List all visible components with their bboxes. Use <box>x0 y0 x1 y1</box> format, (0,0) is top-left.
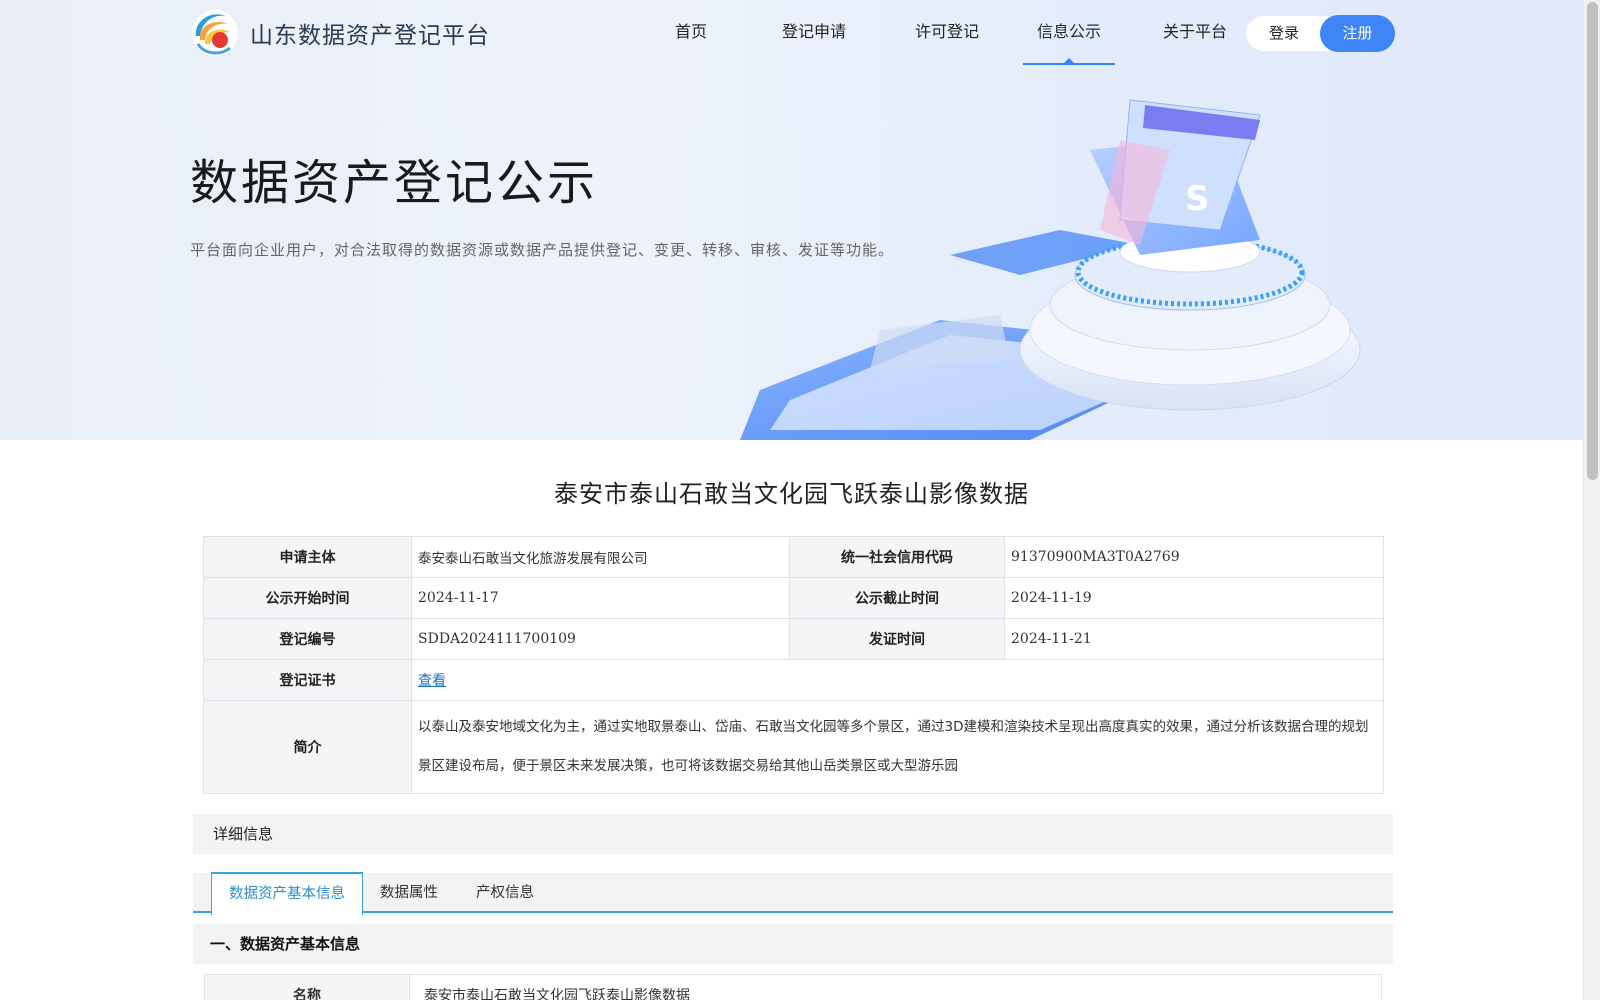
top-nav: 山东数据资产登记平台 首页 登记申请 许可登记 信息公示 关于平台 登录 注册 <box>0 0 1583 65</box>
certificate-cell: 查看 <box>411 659 1384 701</box>
nav-item-label: 关于平台 <box>1162 22 1227 41</box>
vertical-scrollbar[interactable] <box>1583 0 1600 1000</box>
nav-item-label: 许可登记 <box>914 22 979 41</box>
table-row: 登记编号 SDDA2024111700109 发证时间 2024-11-21 <box>203 618 1384 660</box>
applicant-value: 泰安泰山石敢当文化旅游发展有限公司 <box>411 536 790 578</box>
section-title: 一、数据资产基本信息 <box>193 924 1393 964</box>
name-value: 泰安市泰山石敢当文化园飞跃泰山影像数据 <box>409 974 1382 1000</box>
register-button[interactable]: 注册 <box>1320 15 1395 52</box>
nav-item-apply[interactable]: 登记申请 <box>749 0 879 65</box>
start-time-label: 公示开始时间 <box>203 577 412 619</box>
nav-item-license[interactable]: 许可登记 <box>889 0 1005 65</box>
tab-basic-info[interactable]: 数据资产基本信息 <box>211 872 363 915</box>
reg-no-value: SDDA2024111700109 <box>411 618 790 660</box>
hero-description: 平台面向企业用户，对合法取得的数据资源或数据产品提供登记、变更、转移、审核、发证… <box>190 241 895 259</box>
table-row: 申请主体 泰安泰山石敢当文化旅游发展有限公司 统一社会信用代码 91370900… <box>203 536 1384 578</box>
scrollbar-thumb[interactable] <box>1587 2 1598 480</box>
applicant-label: 申请主体 <box>203 536 412 578</box>
tab-property-rights[interactable]: 产权信息 <box>467 873 543 913</box>
nav-item-label: 登记申请 <box>781 22 846 41</box>
hero-banner: S 山东数据资产登记平台 首页 登记申请 许可登记 信息公示 关于平台 登录 注… <box>0 0 1583 440</box>
table-row: 简介 以泰山及泰安地域文化为主，通过实地取景泰山、岱庙、石敢当文化园等多个景区，… <box>203 700 1384 794</box>
name-label: 名称 <box>204 974 410 1000</box>
issue-time-label: 发证时间 <box>789 618 1005 660</box>
record-title: 泰安市泰山石敢当文化园飞跃泰山影像数据 <box>554 480 1029 508</box>
issue-time-value: 2024-11-21 <box>1004 618 1384 660</box>
nav-item-label: 信息公示 <box>1036 22 1101 41</box>
nav-item-info-public[interactable]: 信息公示 <box>1023 0 1115 65</box>
page: S 山东数据资产登记平台 首页 登记申请 许可登记 信息公示 关于平台 登录 注… <box>0 0 1583 1000</box>
end-time-label: 公示截止时间 <box>789 577 1005 619</box>
svg-text:S: S <box>1185 179 1210 219</box>
auth-group: 登录 注册 <box>1245 15 1395 52</box>
start-time-value: 2024-11-17 <box>411 577 790 619</box>
nav-item-about[interactable]: 关于平台 <box>1145 0 1245 65</box>
logo-text: 山东数据资产登记平台 <box>250 23 490 49</box>
view-certificate-link[interactable]: 查看 <box>418 673 446 689</box>
table-row: 名称 泰安市泰山石敢当文化园飞跃泰山影像数据 <box>204 974 1382 1000</box>
record-info-table: 申请主体 泰安泰山石敢当文化旅游发展有限公司 统一社会信用代码 91370900… <box>203 536 1384 794</box>
tab-label: 数据资产基本信息 <box>229 886 345 902</box>
hero-title: 数据资产登记公示 <box>190 155 599 211</box>
credit-code-value: 91370900MA3T0A2769 <box>1004 536 1384 578</box>
logo-icon <box>192 10 238 56</box>
intro-value: 以泰山及泰安地域文化为主，通过实地取景泰山、岱庙、石敢当文化园等多个景区，通过3… <box>411 700 1384 794</box>
table-row: 登记证书 查看 <box>203 659 1384 701</box>
brand[interactable]: 山东数据资产登记平台 <box>190 8 490 58</box>
nav-item-label: 首页 <box>674 22 707 41</box>
tab-label: 产权信息 <box>476 885 534 901</box>
detail-tabs: 数据资产基本信息 数据属性 产权信息 <box>193 872 1393 915</box>
end-time-value: 2024-11-19 <box>1004 577 1384 619</box>
intro-label: 简介 <box>203 700 412 794</box>
tab-label: 数据属性 <box>380 885 438 901</box>
detail-header: 详细信息 <box>193 814 1393 854</box>
login-button[interactable]: 登录 <box>1245 15 1323 52</box>
nav-menu: 首页 登记申请 许可登记 信息公示 关于平台 <box>645 0 1245 65</box>
active-indicator-icon <box>1064 58 1074 63</box>
basic-info-table: 名称 泰安市泰山石敢当文化园飞跃泰山影像数据 <box>204 974 1382 1000</box>
certificate-label: 登记证书 <box>203 659 412 701</box>
table-row: 公示开始时间 2024-11-17 公示截止时间 2024-11-19 <box>203 577 1384 619</box>
tab-data-attributes[interactable]: 数据属性 <box>371 873 447 913</box>
credit-code-label: 统一社会信用代码 <box>789 536 1005 578</box>
nav-item-home[interactable]: 首页 <box>645 0 737 65</box>
reg-no-label: 登记编号 <box>203 618 412 660</box>
